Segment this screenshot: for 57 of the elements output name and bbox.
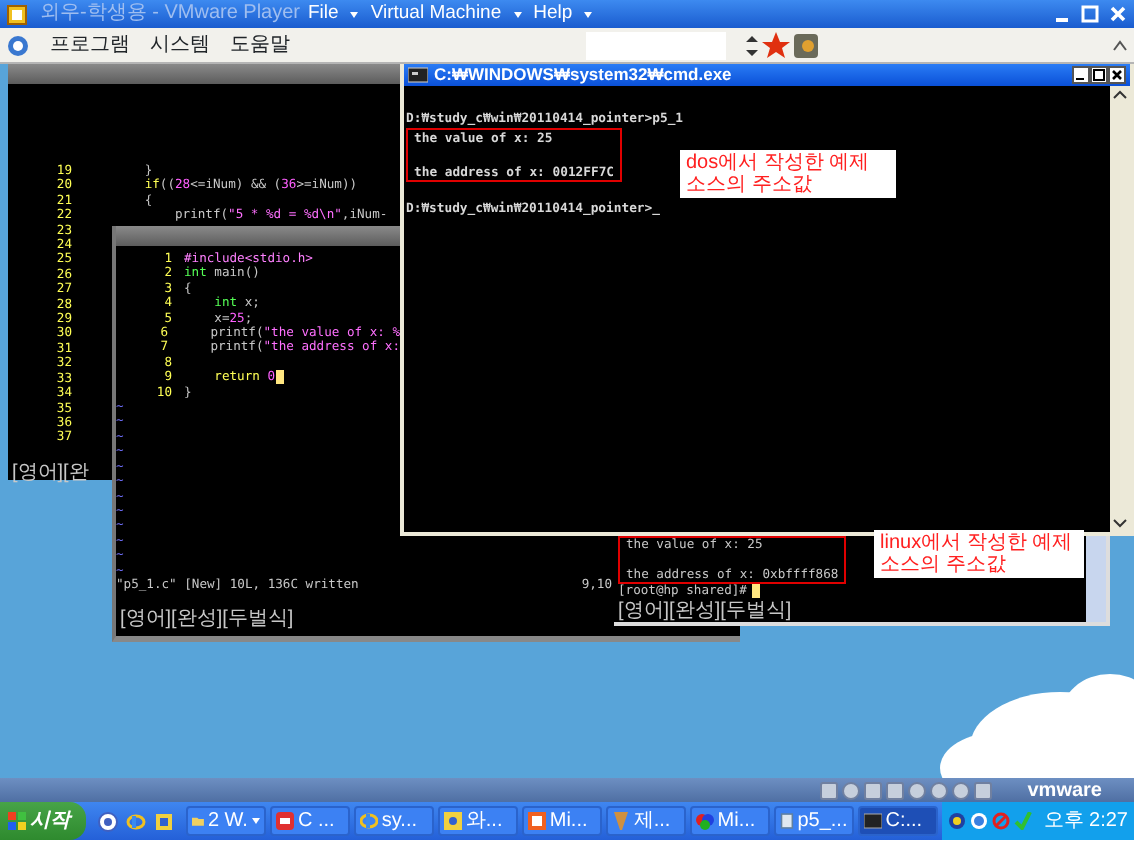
status-line: [영어][완성][두벌식] xyxy=(618,599,794,622)
taskbar-button[interactable]: p5_... xyxy=(773,806,854,836)
panel-field xyxy=(585,31,725,59)
star-icon[interactable] xyxy=(761,32,789,58)
taskbar-button[interactable]: C ... xyxy=(269,806,350,836)
spinner-icon[interactable] xyxy=(745,33,757,57)
menu-item[interactable]: Virtual Machine xyxy=(370,2,502,26)
scroll-down-icon[interactable] xyxy=(1110,514,1130,532)
start-button[interactable]: 시작 xyxy=(0,802,86,840)
browser-icon xyxy=(359,812,378,830)
console-icon xyxy=(863,812,882,830)
scrollbar[interactable] xyxy=(1110,86,1130,532)
app-icon[interactable] xyxy=(793,33,817,57)
menu-item[interactable]: Help xyxy=(533,2,573,26)
menu-item[interactable]: 도움말 xyxy=(230,30,290,60)
browser-icon[interactable] xyxy=(125,811,146,831)
folder-icon xyxy=(191,812,204,830)
minimize-icon[interactable] xyxy=(1072,66,1090,84)
globe-icon[interactable] xyxy=(97,811,118,831)
clock: 오후 2:27 xyxy=(1043,808,1128,836)
taskbar-button[interactable]: 와... xyxy=(437,806,518,836)
tool-icon xyxy=(611,812,630,830)
taskbar-button[interactable]: Mi... xyxy=(689,806,770,836)
taskbar-button[interactable]: Mi... xyxy=(521,806,602,836)
menu-item[interactable]: File xyxy=(308,2,339,26)
maximize-icon[interactable] xyxy=(1090,66,1108,84)
document-icon xyxy=(779,812,794,830)
taskbar-button[interactable]: C:... xyxy=(857,806,938,836)
window-title: 외우-학생용 - VMware Player xyxy=(40,2,296,26)
status-line: [영어][완 xyxy=(10,459,91,484)
app-icon xyxy=(275,812,294,830)
check-icon[interactable] xyxy=(1013,812,1032,830)
blocked-icon[interactable] xyxy=(991,812,1010,830)
paint-icon xyxy=(695,812,714,830)
app-icon xyxy=(6,3,28,25)
window-title: C:₩WINDOWS₩system32₩cmd.exe xyxy=(434,64,732,88)
windows-logo-icon xyxy=(8,812,26,830)
slides-icon xyxy=(527,812,546,830)
taskbar-button[interactable]: sy... xyxy=(353,806,434,836)
caret-icon xyxy=(350,11,359,17)
chat-icon xyxy=(443,812,462,830)
caret-icon xyxy=(513,11,522,17)
caret-icon xyxy=(584,11,593,17)
vmware-logo: vmware xyxy=(1027,777,1102,805)
annotation-note: dos에서 작성한 예제 소스의 주소값 xyxy=(680,150,896,198)
app-icon[interactable] xyxy=(153,811,174,831)
status-line: [영어][완성][두벌식] xyxy=(118,606,294,631)
taskbar-button[interactable]: 제... xyxy=(605,806,686,836)
scroll-up-icon[interactable] xyxy=(1110,86,1130,104)
menu-icon[interactable] xyxy=(6,33,30,57)
annotation-note: linux에서 작성한 예제 소스의 주소값 xyxy=(874,530,1084,578)
menu-item[interactable]: 프로그램 xyxy=(50,30,130,60)
menu-item[interactable]: 시스템 xyxy=(150,30,210,60)
scroll-up-icon[interactable] xyxy=(1112,35,1128,55)
taskbar-button[interactable]: 2 W. xyxy=(185,806,266,836)
close-icon[interactable] xyxy=(1108,66,1126,84)
scrollbar[interactable] xyxy=(1086,536,1106,622)
